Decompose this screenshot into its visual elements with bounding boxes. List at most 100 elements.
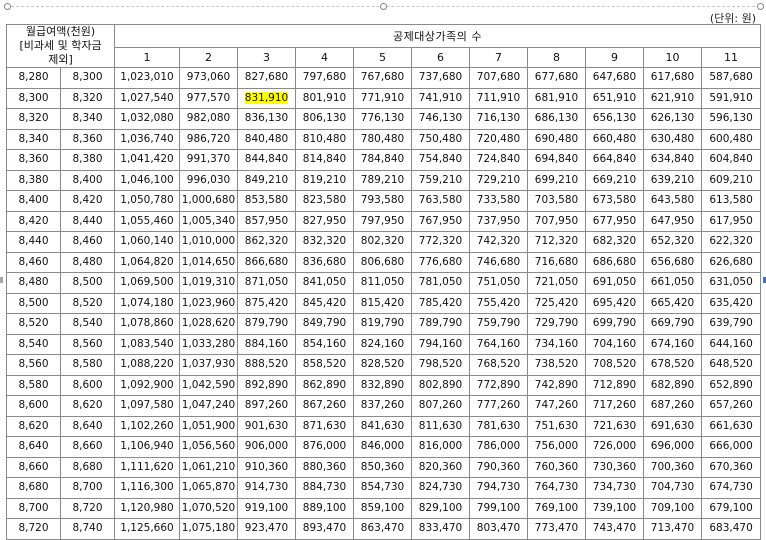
family-count-11: 11	[700, 47, 762, 68]
table-row: 8,280 8,300 1,023,010 973,060 827,680 797,680…	[6, 67, 762, 89]
tax-cell: 1,074,180	[114, 292, 180, 314]
tax-cell: 729,210	[469, 169, 528, 191]
tax-cell: 884,160	[237, 333, 296, 355]
tax-cell: 754,840	[411, 149, 470, 171]
resize-handle-right[interactable]	[757, 3, 764, 10]
tax-cell: 617,680	[643, 67, 702, 89]
tax-cell: 626,680	[700, 251, 762, 273]
tax-cell: 767,950	[411, 210, 470, 232]
tax-cell: 767,680	[353, 67, 412, 89]
salary-min-cell: 8,660	[6, 456, 61, 478]
tax-cell: 1,116,300	[114, 477, 180, 499]
salary-min-cell: 8,380	[6, 169, 61, 191]
tax-cell: 681,910	[527, 87, 586, 109]
salary-max-cell: 8,360	[60, 128, 115, 150]
tax-cell: 859,100	[353, 497, 412, 519]
tax-cell: 665,420	[643, 292, 702, 314]
tax-cell: 652,890	[700, 374, 762, 396]
tax-cell: 1,005,340	[179, 210, 238, 232]
tax-cell: 677,950	[585, 210, 644, 232]
tax-cell: 889,100	[295, 497, 354, 519]
tax-cell: 674,160	[643, 333, 702, 355]
tax-cell: 656,130	[585, 108, 644, 130]
salary-max-cell: 8,700	[60, 477, 115, 499]
salary-header-line-1: 월급여액(천원)	[25, 25, 96, 39]
tax-cell: 1,065,870	[179, 477, 238, 499]
tax-cell: 699,210	[527, 169, 586, 191]
tax-cell: 1,069,500	[114, 272, 180, 294]
tax-cell: 634,840	[643, 149, 702, 171]
tax-cell: 777,260	[469, 395, 528, 417]
tax-cell: 996,030	[179, 169, 238, 191]
tax-cell: 721,630	[585, 415, 644, 437]
tax-cell: 1,056,560	[179, 436, 238, 458]
tax-cell: 743,470	[585, 518, 644, 540]
tax-cell: 600,480	[700, 128, 762, 150]
salary-max-cell: 8,420	[60, 190, 115, 212]
tax-cell: 820,360	[411, 456, 470, 478]
tax-cell: 837,260	[353, 395, 412, 417]
tax-cell: 866,680	[237, 251, 296, 273]
tax-cell: 780,480	[353, 128, 412, 150]
tax-cell: 849,210	[237, 169, 296, 191]
tax-cell: 730,360	[585, 456, 644, 478]
tax-cell: 789,210	[353, 169, 412, 191]
tax-cell: 674,730	[700, 477, 762, 499]
table-row: 8,380 8,400 1,046,100 996,030 849,210 819,210…	[6, 169, 762, 191]
salary-max-cell: 8,540	[60, 313, 115, 335]
tax-cell: 647,680	[585, 67, 644, 89]
tax-cell: 682,320	[585, 231, 644, 253]
tax-cell: 742,890	[527, 374, 586, 396]
salary-max-cell: 8,300	[60, 67, 115, 89]
tax-cell: 832,320	[295, 231, 354, 253]
tax-cell: 784,840	[353, 149, 412, 171]
salary-min-cell: 8,480	[6, 272, 61, 294]
tax-cell: 750,480	[411, 128, 470, 150]
table-row: 8,360 8,380 1,041,420 991,370 844,840 814,840…	[6, 149, 762, 171]
tax-cell: 622,320	[700, 231, 762, 253]
resize-handle-left[interactable]	[4, 3, 11, 10]
tax-cell: 691,630	[643, 415, 702, 437]
tax-cell: 759,790	[469, 313, 528, 335]
tax-cell: 854,730	[353, 477, 412, 499]
tax-cell: 635,420	[700, 292, 762, 314]
salary-min-cell: 8,600	[6, 395, 61, 417]
family-count-7: 7	[469, 47, 528, 68]
tax-cell: 867,260	[295, 395, 354, 417]
family-count-number-row: 1 2 3 4 5 6 7 8 9 10 11	[7, 47, 762, 68]
tax-cell: 734,730	[585, 477, 644, 499]
tax-cell: 982,080	[179, 108, 238, 130]
family-count-header: 공제대상가족의 수	[113, 24, 762, 48]
tax-cell: 686,680	[585, 251, 644, 273]
tax-cell: 815,420	[353, 292, 412, 314]
table-row: 8,340 8,360 1,036,740 986,720 840,480 810,480…	[6, 128, 762, 150]
tax-cell: 794,160	[411, 333, 470, 355]
tax-cell: 729,790	[527, 313, 586, 335]
tax-cell: 1,102,260	[114, 415, 180, 437]
salary-max-cell: 8,460	[60, 231, 115, 253]
tax-cell: 699,790	[585, 313, 644, 335]
table-row: 8,400 8,420 1,050,780 1,000,680 853,580 823,5…	[6, 190, 762, 212]
salary-max-cell: 8,640	[60, 415, 115, 437]
family-count-9: 9	[585, 47, 644, 68]
tax-cell: 725,420	[527, 292, 586, 314]
tax-cell: 669,790	[643, 313, 702, 335]
tax-cell: 841,630	[353, 415, 412, 437]
tax-cell: 781,050	[411, 272, 470, 294]
tax-cell: 670,360	[700, 456, 762, 478]
tax-cell: 853,580	[237, 190, 296, 212]
tax-cell: 630,480	[643, 128, 702, 150]
table-row: 8,460 8,480 1,064,820 1,014,650 866,680 836,6…	[6, 251, 762, 273]
tax-cell: 803,470	[469, 518, 528, 540]
tax-cell: 1,047,240	[179, 395, 238, 417]
tax-cell: 768,520	[469, 354, 528, 376]
tax-cell: 814,840	[295, 149, 354, 171]
tax-cell: 1,041,420	[114, 149, 180, 171]
tax-cell: 724,840	[469, 149, 528, 171]
tax-cell: 973,060	[179, 67, 238, 89]
tax-cell: 824,730	[411, 477, 470, 499]
tax-cell: 1,010,000	[179, 231, 238, 253]
tax-cell: 755,420	[469, 292, 528, 314]
resize-handle-center[interactable]	[380, 3, 387, 10]
salary-max-cell: 8,680	[60, 456, 115, 478]
